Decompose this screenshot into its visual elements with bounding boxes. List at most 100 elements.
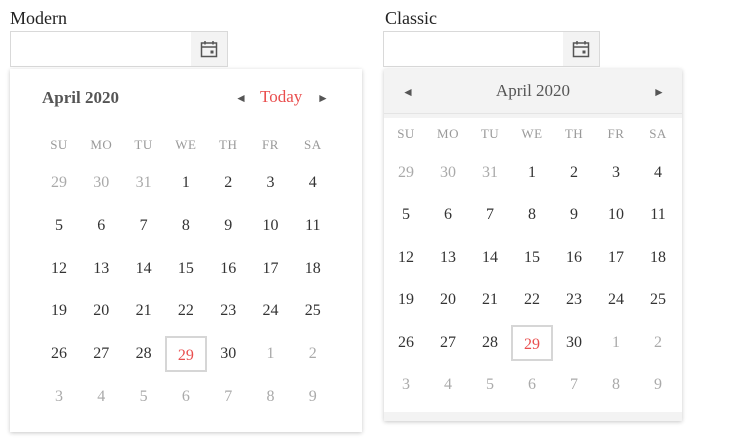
day-cell[interactable]: 31	[123, 165, 165, 201]
day-cell[interactable]: 9	[207, 208, 249, 244]
day-cell[interactable]: 5	[385, 197, 427, 233]
classic-date-picker[interactable]	[383, 31, 600, 67]
day-cell[interactable]: 20	[427, 282, 469, 318]
day-cell[interactable]: 7	[553, 367, 595, 403]
day-cell[interactable]: 26	[385, 325, 427, 361]
day-cell[interactable]: 30	[80, 165, 122, 201]
day-cell[interactable]: 14	[123, 251, 165, 287]
day-cell[interactable]: 10	[250, 208, 292, 244]
day-cell[interactable]: 20	[80, 293, 122, 329]
day-cell[interactable]: 9	[292, 379, 334, 415]
day-cell[interactable]: 2	[207, 165, 249, 201]
day-cell[interactable]: 28	[123, 336, 165, 372]
weekday-header: WE	[521, 126, 543, 141]
day-cell[interactable]: 1	[595, 325, 637, 361]
weekday-header: TU	[480, 126, 500, 141]
day-cell[interactable]: 25	[292, 293, 334, 329]
today-button[interactable]: Today	[260, 87, 302, 107]
day-cell[interactable]: 13	[80, 251, 122, 287]
modern-calendar-toggle-button[interactable]	[191, 32, 227, 66]
modern-date-picker[interactable]	[10, 31, 228, 67]
day-cell[interactable]: 3	[38, 379, 80, 415]
day-cell[interactable]: 26	[38, 336, 80, 372]
day-cell[interactable]: 11	[292, 208, 334, 244]
day-cell[interactable]: 3	[250, 165, 292, 201]
day-cell[interactable]: 4	[637, 155, 679, 191]
next-month-icon[interactable]: ►	[317, 91, 329, 106]
day-cell[interactable]: 9	[553, 197, 595, 233]
day-cell[interactable]: 9	[637, 367, 679, 403]
day-cell[interactable]: 6	[165, 379, 207, 415]
classic-month-title[interactable]: April 2020	[384, 81, 682, 101]
day-cell[interactable]: 24	[250, 293, 292, 329]
day-cell[interactable]: 29	[164, 336, 207, 373]
day-cell[interactable]: 7	[123, 208, 165, 244]
day-cell[interactable]: 4	[80, 379, 122, 415]
day-cell[interactable]: 8	[595, 367, 637, 403]
day-cell[interactable]: 25	[637, 282, 679, 318]
day-cell[interactable]: 30	[553, 325, 595, 361]
next-month-icon[interactable]: ►	[653, 85, 665, 100]
day-cell[interactable]: 16	[553, 240, 595, 276]
day-cell[interactable]: 6	[427, 197, 469, 233]
day-cell[interactable]: 23	[553, 282, 595, 318]
day-cell[interactable]: 31	[469, 155, 511, 191]
day-cell[interactable]: 18	[637, 240, 679, 276]
day-cell[interactable]: 2	[553, 155, 595, 191]
day-cell[interactable]: 13	[427, 240, 469, 276]
calendar-icon	[572, 41, 590, 58]
day-cell[interactable]: 3	[595, 155, 637, 191]
day-cell[interactable]: 19	[385, 282, 427, 318]
weekday-header: SA	[649, 126, 667, 141]
day-cell[interactable]: 21	[123, 293, 165, 329]
day-cell[interactable]: 17	[250, 251, 292, 287]
day-cell[interactable]: 15	[165, 251, 207, 287]
day-cell[interactable]: 29	[511, 324, 553, 361]
day-cell[interactable]: 4	[292, 165, 334, 201]
day-cell[interactable]: 7	[469, 197, 511, 233]
day-cell[interactable]: 4	[427, 367, 469, 403]
day-cell[interactable]: 2	[292, 336, 334, 372]
day-cell[interactable]: 24	[595, 282, 637, 318]
day-cell[interactable]: 14	[469, 240, 511, 276]
day-cell[interactable]: 3	[385, 367, 427, 403]
day-cell[interactable]: 1	[511, 155, 553, 191]
day-cell[interactable]: 12	[38, 251, 80, 287]
weekday-header: TH	[219, 137, 238, 152]
day-cell[interactable]: 27	[80, 336, 122, 372]
day-cell[interactable]: 2	[637, 325, 679, 361]
day-cell[interactable]: 15	[511, 240, 553, 276]
day-cell[interactable]: 5	[38, 208, 80, 244]
day-cell[interactable]: 21	[469, 282, 511, 318]
day-cell[interactable]: 1	[165, 165, 207, 201]
prev-month-icon[interactable]: ◄	[235, 91, 247, 106]
day-cell[interactable]: 30	[207, 336, 249, 372]
day-cell[interactable]: 30	[427, 155, 469, 191]
day-cell[interactable]: 8	[165, 208, 207, 244]
day-cell[interactable]: 5	[123, 379, 165, 415]
day-cell[interactable]: 16	[207, 251, 249, 287]
day-cell[interactable]: 12	[385, 240, 427, 276]
day-cell[interactable]: 19	[38, 293, 80, 329]
day-cell[interactable]: 1	[250, 336, 292, 372]
day-cell[interactable]: 6	[80, 208, 122, 244]
day-cell[interactable]: 6	[511, 367, 553, 403]
day-cell[interactable]: 18	[292, 251, 334, 287]
day-cell[interactable]: 17	[595, 240, 637, 276]
day-cell[interactable]: 10	[595, 197, 637, 233]
classic-calendar-toggle-button[interactable]	[563, 32, 599, 66]
day-cell[interactable]: 29	[38, 165, 80, 201]
day-cell[interactable]: 5	[469, 367, 511, 403]
day-cell[interactable]: 8	[250, 379, 292, 415]
day-cell[interactable]: 29	[385, 155, 427, 191]
day-cell[interactable]: 11	[637, 197, 679, 233]
day-cell[interactable]: 22	[511, 282, 553, 318]
day-cell[interactable]: 28	[469, 325, 511, 361]
calendar-icon	[200, 41, 218, 58]
day-cell[interactable]: 22	[165, 293, 207, 329]
modern-month-title[interactable]: April 2020	[42, 88, 119, 108]
day-cell[interactable]: 7	[207, 379, 249, 415]
day-cell[interactable]: 27	[427, 325, 469, 361]
day-cell[interactable]: 8	[511, 197, 553, 233]
day-cell[interactable]: 23	[207, 293, 249, 329]
